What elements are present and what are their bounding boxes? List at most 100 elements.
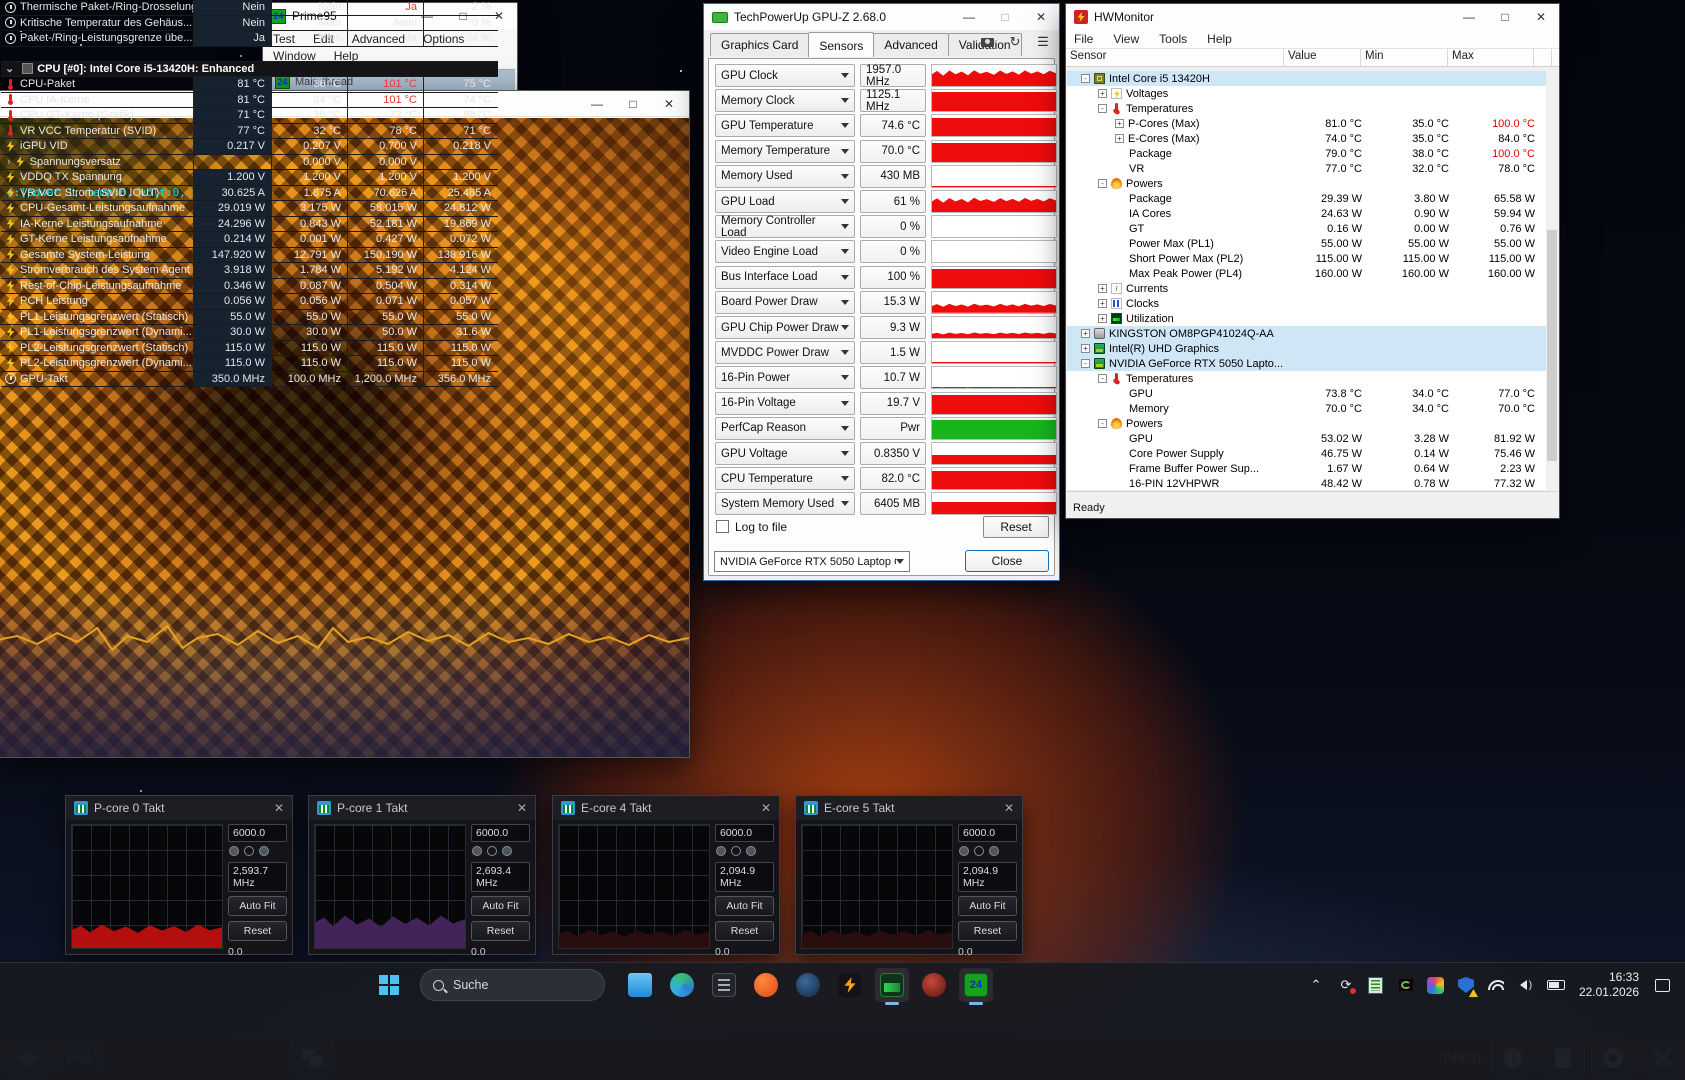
tree-expand-toggle[interactable]: + — [1115, 134, 1124, 143]
radio-button[interactable] — [731, 846, 741, 856]
maximize-button[interactable]: □ — [987, 4, 1023, 30]
sensor-label[interactable]: Bus Interface Load — [715, 266, 855, 289]
radio-button[interactable] — [989, 846, 999, 856]
taskbar-icon-prime95[interactable]: 24 — [959, 968, 993, 1002]
taskbar-icon-file-explorer[interactable] — [623, 968, 657, 1002]
gpuz-titlebar[interactable]: TechPowerUp GPU-Z 2.68.0 ― □ ✕ — [704, 4, 1059, 30]
sensor-label[interactable]: GPU Chip Power Draw — [715, 316, 855, 339]
scale-radio-group[interactable] — [472, 846, 530, 856]
column-header-value[interactable]: Value — [1284, 49, 1361, 66]
auto-fit-button[interactable]: Auto Fit — [958, 896, 1017, 916]
sensor-label[interactable]: CPU Temperature — [715, 467, 855, 490]
menu-item-view[interactable]: View — [1113, 32, 1139, 46]
sensor-label[interactable]: Memory Used — [715, 165, 855, 188]
sensor-label[interactable]: System Memory Used — [715, 492, 855, 515]
taskbar-icon-edge-browser[interactable] — [665, 968, 699, 1002]
reset-button[interactable]: Reset — [471, 921, 530, 941]
log-to-file-label[interactable]: Log to file — [716, 520, 787, 534]
taskbar-icon-hwinfo-sensors[interactable] — [875, 968, 909, 1002]
column-header-sensor[interactable]: Sensor — [1066, 49, 1284, 66]
close-button[interactable]: ✕ — [651, 91, 687, 116]
refresh-icon[interactable]: ↻ — [1005, 34, 1025, 50]
close-button[interactable]: ✕ — [1023, 4, 1059, 30]
minimize-button[interactable]: ― — [1451, 4, 1487, 30]
close-icon[interactable]: ✕ — [517, 801, 527, 815]
tree-expand-toggle[interactable]: - — [1098, 374, 1107, 383]
sensor-label[interactable]: GPU Clock — [715, 64, 855, 87]
auto-fit-button[interactable]: Auto Fit — [715, 896, 774, 916]
sensor-label[interactable]: GPU Load — [715, 190, 855, 213]
tray-battery-icon[interactable] — [1544, 973, 1568, 997]
vertical-scrollbar[interactable] — [1546, 71, 1558, 490]
sensor-label[interactable]: Video Engine Load — [715, 240, 855, 263]
tree-expand-toggle[interactable]: + — [1098, 284, 1107, 293]
scale-radio-group[interactable] — [959, 846, 1017, 856]
radio-button[interactable] — [259, 846, 269, 856]
camera-icon[interactable] — [977, 34, 997, 50]
radio-button[interactable] — [244, 846, 254, 856]
notification-center-icon[interactable] — [1650, 973, 1674, 997]
reset-button[interactable]: Reset — [228, 921, 287, 941]
search-input[interactable]: Suche — [420, 969, 605, 1001]
tray-chevron-up-icon[interactable]: ⌃ — [1304, 973, 1328, 997]
tray-wifi-icon[interactable] — [1484, 973, 1508, 997]
maximize-button[interactable]: □ — [1487, 4, 1523, 30]
close-icon[interactable]: ✕ — [274, 801, 284, 815]
menu-item-file[interactable]: File — [1074, 32, 1093, 46]
radio-button[interactable] — [472, 846, 482, 856]
tree-expand-toggle[interactable]: + — [1098, 89, 1107, 98]
y-max-input[interactable]: 6000.0 — [715, 824, 774, 842]
sensor-label[interactable]: GPU Temperature — [715, 114, 855, 137]
tab-advanced[interactable]: Advanced — [873, 33, 948, 56]
tree-expand-toggle[interactable]: - — [1098, 179, 1107, 188]
tree-expand-toggle[interactable]: - — [1098, 419, 1107, 428]
tree-expand-toggle[interactable]: - — [1081, 74, 1090, 83]
scale-radio-group[interactable] — [716, 846, 774, 856]
close-icon[interactable]: ✕ — [1004, 801, 1014, 815]
close-gpuz-button[interactable]: Close — [965, 550, 1049, 572]
taskbar-icon-cpuid-lightning[interactable] — [833, 968, 867, 1002]
taskbar-icon-notepad-app[interactable] — [707, 968, 741, 1002]
tree-expand-toggle[interactable]: + — [1081, 344, 1090, 353]
minimize-button[interactable]: ― — [579, 91, 615, 116]
start-button[interactable] — [372, 968, 406, 1002]
y-max-input[interactable]: 6000.0 — [958, 824, 1017, 842]
column-header-max[interactable]: Max — [1448, 49, 1534, 66]
tray-defender-shield-icon[interactable] — [1454, 973, 1478, 997]
y-max-input[interactable]: 6000.0 — [228, 824, 287, 842]
minimize-button[interactable]: ― — [951, 4, 987, 30]
reset-button[interactable]: Reset — [983, 516, 1049, 538]
maximize-button[interactable]: □ — [615, 91, 651, 116]
y-max-input[interactable]: 6000.0 — [471, 824, 530, 842]
scale-radio-group[interactable] — [229, 846, 287, 856]
chevron-right-icon[interactable]: › — [7, 156, 11, 168]
radio-button[interactable] — [746, 846, 756, 856]
tree-expand-toggle[interactable]: + — [1115, 119, 1124, 128]
sensor-label[interactable]: PerfCap Reason — [715, 417, 855, 440]
sensor-label[interactable]: Memory Clock — [715, 89, 855, 112]
sensor-label[interactable]: GPU Voltage — [715, 442, 855, 465]
column-header-min[interactable]: Min — [1361, 49, 1448, 66]
tree-expand-toggle[interactable]: + — [1098, 314, 1107, 323]
menu-item-tools[interactable]: Tools — [1159, 32, 1187, 46]
reset-button[interactable]: Reset — [715, 921, 774, 941]
tree-expand-toggle[interactable]: + — [1081, 329, 1090, 338]
sensor-label[interactable]: MVDDC Power Draw — [715, 341, 855, 364]
taskbar-clock[interactable]: 16:33 22.01.2026 — [1579, 970, 1639, 1000]
radio-button[interactable] — [502, 846, 512, 856]
tab-sensors[interactable]: Sensors — [808, 32, 874, 57]
hwmonitor-titlebar[interactable]: HWMonitor ― □ ✕ — [1066, 4, 1559, 30]
tree-expand-toggle[interactable]: - — [1098, 104, 1107, 113]
taskbar-icon-brave-browser[interactable] — [749, 968, 783, 1002]
sensor-label[interactable]: 16-Pin Power — [715, 366, 855, 389]
tree-expand-toggle[interactable]: - — [1081, 359, 1090, 368]
auto-fit-button[interactable]: Auto Fit — [471, 896, 530, 916]
reset-button[interactable]: Reset — [958, 921, 1017, 941]
sensor-label[interactable]: Memory Controller Load — [715, 215, 855, 238]
radio-button[interactable] — [959, 846, 969, 856]
close-icon[interactable]: ✕ — [761, 801, 771, 815]
radio-button[interactable] — [716, 846, 726, 856]
graph-window-titlebar[interactable]: P-core 1 Takt✕ — [309, 796, 535, 820]
graph-window-titlebar[interactable]: E-core 4 Takt✕ — [553, 796, 779, 820]
tray-sync-icon[interactable]: ⟳ — [1334, 973, 1358, 997]
